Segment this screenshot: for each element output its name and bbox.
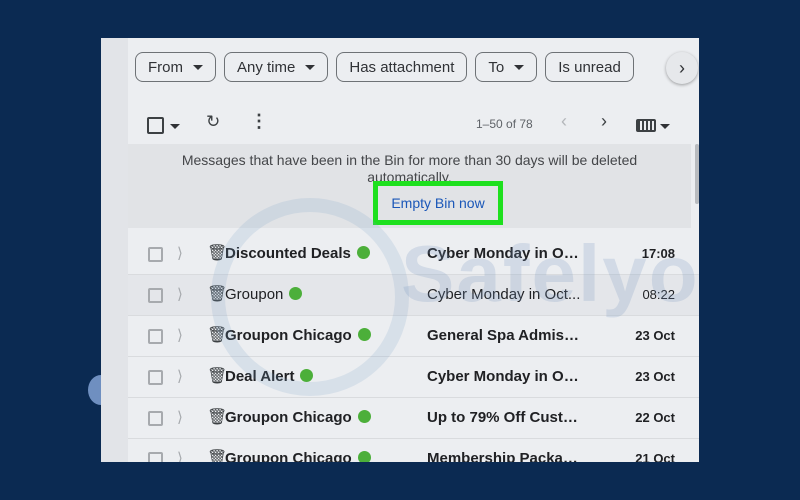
select-dropdown-caret-icon[interactable] <box>170 124 180 129</box>
bin-notice: Messages that have been in the Bin for m… <box>128 144 691 228</box>
scrollbar[interactable] <box>695 144 699 204</box>
row-checkbox[interactable] <box>148 329 163 344</box>
chip-label: Is unread <box>558 58 621 76</box>
email-date: 23 Oct <box>635 328 675 343</box>
email-sender: Groupon Chicago <box>225 450 371 462</box>
row-checkbox[interactable] <box>148 288 163 303</box>
email-subject: Cyber Monday in Oc... <box>427 245 582 262</box>
status-dot-icon <box>356 246 370 259</box>
email-subject: Cyber Monday in Oct... <box>427 286 581 303</box>
row-checkbox[interactable] <box>148 452 163 462</box>
status-dot-icon <box>357 410 371 423</box>
email-row[interactable]: ⟩ 🗑 Groupon Cyber Monday in Oct... 08:22 <box>128 275 699 316</box>
chevron-left-icon[interactable]: ‹ <box>561 111 567 132</box>
dropdown-caret-icon <box>305 64 316 70</box>
email-sender: Groupon <box>225 286 303 303</box>
email-subject: Cyber Monday in Oc... <box>427 368 582 385</box>
email-row[interactable]: ⟩ 🗑 Discounted Deals Cyber Monday in Oc.… <box>128 234 699 275</box>
row-checkbox[interactable] <box>148 411 163 426</box>
importance-marker-icon[interactable]: ⟩ <box>177 408 183 426</box>
refresh-icon[interactable]: ↻ <box>206 112 220 132</box>
chip-label: Has attachment <box>349 58 455 76</box>
importance-marker-icon[interactable]: ⟩ <box>177 367 183 385</box>
importance-marker-icon[interactable]: ⟩ <box>177 285 183 303</box>
filter-chip-is-unread[interactable]: Is unread <box>545 52 634 82</box>
input-tools-caret-icon[interactable] <box>660 124 670 129</box>
email-sender: Groupon Chicago <box>225 409 371 426</box>
email-row[interactable]: ⟩ 🗑 Groupon Chicago Up to 79% Off Custo.… <box>128 398 699 439</box>
email-list: ⟩ 🗑 Discounted Deals Cyber Monday in Oc.… <box>128 234 699 462</box>
empty-bin-button[interactable]: Empty Bin now <box>373 181 503 225</box>
email-row[interactable]: ⟩ 🗑 Groupon Chicago General Spa Admissi.… <box>128 316 699 357</box>
email-sender: Discounted Deals <box>225 245 370 262</box>
email-date: 23 Oct <box>635 369 675 384</box>
chevron-right-icon[interactable]: › <box>666 52 698 84</box>
filter-chip-any-time[interactable]: Any time <box>224 52 329 82</box>
filter-chip-bar: From Any time Has attachment To Is unrea… <box>135 52 634 82</box>
chevron-right-icon[interactable]: › <box>601 111 607 132</box>
dropdown-caret-icon <box>514 64 525 70</box>
status-dot-icon <box>289 287 303 300</box>
keyboard-icon[interactable] <box>636 119 656 132</box>
row-checkbox[interactable] <box>148 247 163 262</box>
status-dot-icon <box>357 451 371 462</box>
email-subject: General Spa Admissi... <box>427 327 582 344</box>
email-sender: Groupon Chicago <box>225 327 371 344</box>
importance-marker-icon[interactable]: ⟩ <box>177 449 183 462</box>
row-checkbox[interactable] <box>148 370 163 385</box>
email-date: 08:22 <box>642 287 675 302</box>
chip-label: From <box>148 58 183 76</box>
pagination-label: 1–50 of 78 <box>476 117 533 131</box>
dropdown-caret-icon <box>193 64 203 70</box>
email-row[interactable]: ⟩ 🗑 Deal Alert Cyber Monday in Oc... 23 … <box>128 357 699 398</box>
email-sender: Deal Alert <box>225 368 314 385</box>
importance-marker-icon[interactable]: ⟩ <box>177 244 183 262</box>
filter-chip-to[interactable]: To <box>475 52 538 82</box>
status-dot-icon <box>357 328 371 341</box>
email-subject: Membership Packag... <box>427 450 582 462</box>
more-vertical-icon[interactable]: ⋮ <box>250 111 268 132</box>
select-all-checkbox[interactable] <box>147 117 164 134</box>
filter-chip-from[interactable]: From <box>135 52 216 82</box>
filter-chip-has-attachment[interactable]: Has attachment <box>336 52 468 82</box>
importance-marker-icon[interactable]: ⟩ <box>177 326 183 344</box>
email-date: 22 Oct <box>635 410 675 425</box>
email-date: 21 Oct <box>635 451 675 462</box>
email-row[interactable]: ⟩ 🗑 Groupon Chicago Membership Packag...… <box>128 439 699 462</box>
gmail-bin-window: From Any time Has attachment To Is unrea… <box>101 38 699 462</box>
email-date: 17:08 <box>641 246 675 261</box>
message-toolbar: ↻ ⋮ 1–50 of 78 ‹ › <box>101 108 699 144</box>
nav-strip <box>101 38 128 462</box>
email-subject: Up to 79% Off Custo... <box>427 409 582 426</box>
chip-label: To <box>488 58 505 76</box>
status-dot-icon <box>300 369 314 382</box>
chip-label: Any time <box>237 58 296 76</box>
